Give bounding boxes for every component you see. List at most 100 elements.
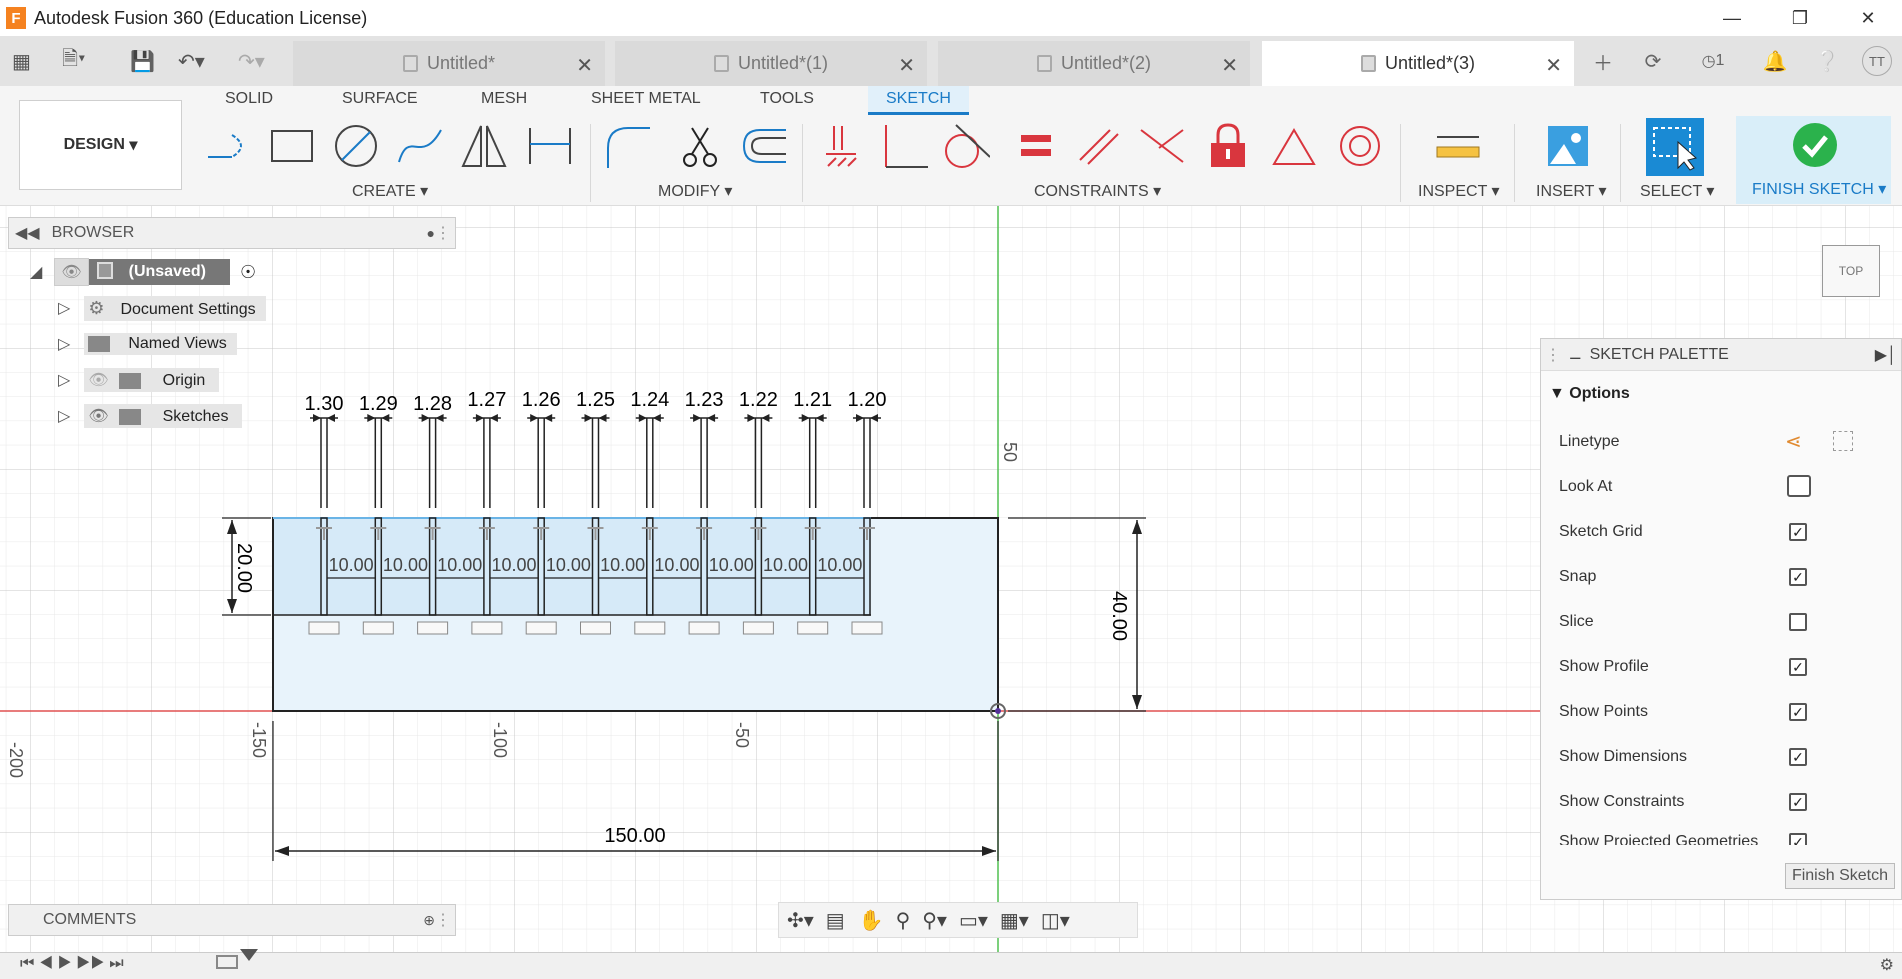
browser-item-origin[interactable]: ▷ 👁 Origin	[58, 365, 220, 395]
midpoint-constraint-icon[interactable]	[1138, 122, 1186, 170]
parallel-constraint-icon[interactable]	[1074, 122, 1122, 170]
slot-width-dimension[interactable]: 1.20	[848, 389, 887, 411]
slot-width-dimension[interactable]: 1.26	[522, 389, 561, 411]
spacing-dimension[interactable]: 10.00	[492, 555, 537, 575]
close-tab-icon[interactable]: ✕	[576, 53, 593, 78]
minimize-button[interactable]: —	[1698, 0, 1766, 36]
zoom-icon[interactable]: ⚲	[896, 908, 911, 933]
finish-sketch-button[interactable]: Finish Sketch	[1784, 863, 1895, 889]
palette-expand-icon[interactable]: ▶│	[1875, 345, 1897, 365]
modify-menu[interactable]: MODIFY ▾	[658, 181, 732, 201]
concentric-constraint-icon[interactable]	[1336, 122, 1384, 170]
panel-grip-icon[interactable]: ⋮	[435, 910, 451, 930]
spline-tool-icon[interactable]	[396, 122, 444, 170]
spacing-dimension[interactable]: 10.00	[709, 555, 754, 575]
timeline-sketch-icon[interactable]	[216, 955, 238, 969]
tab-untitled[interactable]: Untitled* ✕	[293, 41, 605, 86]
notifications-icon[interactable]: 🔔	[1760, 46, 1790, 76]
measure-icon[interactable]	[1434, 122, 1482, 170]
width-dimension[interactable]: 150.00	[604, 825, 665, 847]
tangent-constraint-icon[interactable]	[942, 122, 990, 170]
options-section-toggle[interactable]: ▼ Options	[1549, 385, 1630, 403]
slice-checkbox[interactable]	[1789, 613, 1807, 631]
redo-icon[interactable]: ↷▾	[238, 36, 265, 86]
slot-width-dimension[interactable]: 1.23	[685, 389, 724, 411]
sketch-palette-header[interactable]: ⋮ ⚊ SKETCH PALETTE ▶│	[1541, 339, 1901, 371]
tab-surface[interactable]: SURFACE	[342, 90, 418, 108]
visibility-eye-icon[interactable]: 👁	[54, 258, 89, 286]
workspace-switcher[interactable]: DESIGN ▾	[19, 100, 182, 190]
tab-tools[interactable]: TOOLS	[760, 90, 814, 108]
spacing-dimension[interactable]: 10.00	[383, 555, 428, 575]
close-tab-icon[interactable]: ✕	[1545, 53, 1562, 78]
expand-triangle-icon[interactable]: ▷	[58, 406, 70, 426]
browser-panel-header[interactable]: ◀◀ BROWSER ● ⋮	[8, 217, 456, 249]
timeline-controls[interactable]: ⏮ ◀ ▶ ▶▶ ⏭	[20, 955, 124, 973]
sketch-grid-checkbox[interactable]: ✓	[1789, 523, 1807, 541]
collapse-browser-icon[interactable]: ◀◀	[15, 223, 40, 243]
user-avatar[interactable]: TT	[1862, 46, 1892, 76]
close-window-button[interactable]: ✕	[1834, 0, 1902, 36]
finish-sketch-panel[interactable]: FINISH SKETCH ▾	[1736, 116, 1891, 204]
tab-untitled-3[interactable]: Untitled*(3) ✕	[1262, 41, 1574, 86]
undo-icon[interactable]: ↶▾	[178, 36, 205, 86]
browser-item-document-settings[interactable]: ▷ ⚙ Document Settings	[58, 293, 266, 323]
collapse-triangle-icon[interactable]: ◢	[30, 262, 42, 282]
mirror-tool-icon[interactable]	[460, 122, 508, 170]
lock-constraint-icon[interactable]	[1204, 122, 1252, 170]
help-icon[interactable]: ❔	[1812, 46, 1842, 76]
show-constraints-checkbox[interactable]: ✓	[1789, 793, 1807, 811]
job-status-icon[interactable]: ◷ 1	[1690, 46, 1736, 76]
look-at-icon[interactable]: ▤	[826, 908, 845, 933]
close-tab-icon[interactable]: ✕	[1221, 53, 1238, 78]
view-cube[interactable]: TOP	[1822, 245, 1880, 297]
trim-tool-icon[interactable]	[676, 122, 724, 170]
tab-solid[interactable]: SOLID	[225, 90, 273, 108]
show-dimensions-checkbox[interactable]: ✓	[1789, 748, 1807, 766]
tab-sheet-metal[interactable]: SHEET METAL	[591, 90, 701, 108]
constraints-menu[interactable]: CONSTRAINTS ▾	[1034, 181, 1161, 201]
slot-width-dimension[interactable]: 1.24	[630, 389, 669, 411]
panel-grip-icon[interactable]: ⋮	[1545, 345, 1561, 365]
data-panel-grid-icon[interactable]: ▦	[12, 36, 31, 86]
close-tab-icon[interactable]: ✕	[898, 53, 915, 78]
dimension-tool-icon[interactable]	[526, 122, 574, 170]
tab-untitled-2[interactable]: Untitled*(2) ✕	[938, 41, 1250, 86]
palette-minimize-icon[interactable]: ⚊	[1569, 346, 1582, 363]
timeline-settings-icon[interactable]: ⚙	[1880, 955, 1894, 975]
fix-constraint-icon[interactable]	[818, 122, 866, 170]
offset-tool-icon[interactable]	[740, 122, 788, 170]
add-comment-icon[interactable]: ⊕	[423, 912, 435, 929]
fit-window-icon[interactable]: ⚲▾	[922, 908, 947, 933]
spacing-dimension[interactable]: 10.00	[437, 555, 482, 575]
hidden-eye-icon[interactable]: 👁	[88, 372, 108, 389]
spacing-dimension[interactable]: 10.00	[654, 555, 699, 575]
browser-root-node[interactable]: ◢ 👁 (Unsaved) ☉	[30, 257, 256, 287]
expand-triangle-icon[interactable]: ▷	[58, 298, 70, 318]
browser-options-icon[interactable]: ●	[427, 225, 435, 241]
equal-constraint-icon[interactable]	[1012, 122, 1060, 170]
show-points-checkbox[interactable]: ✓	[1789, 703, 1807, 721]
tab-untitled-1[interactable]: Untitled*(1) ✕	[615, 41, 927, 86]
construction-linetype-icon[interactable]: ⋖	[1785, 429, 1802, 454]
height-dimension[interactable]: 40.00	[1108, 591, 1130, 641]
look-at-icon[interactable]	[1787, 475, 1811, 497]
browser-item-named-views[interactable]: ▷ Named Views	[58, 329, 237, 359]
save-icon[interactable]: 💾	[130, 36, 155, 86]
show-profile-checkbox[interactable]: ✓	[1789, 658, 1807, 676]
line-tool-icon[interactable]	[204, 122, 252, 170]
timeline-marker-icon[interactable]	[240, 949, 258, 961]
slot-height-dimension[interactable]: 20.00	[233, 543, 255, 593]
extensions-icon[interactable]: ⟳	[1638, 46, 1668, 76]
restore-button[interactable]: ❐	[1766, 0, 1834, 36]
finish-sketch-menu[interactable]: FINISH SKETCH ▾	[1752, 179, 1886, 199]
file-menu-icon[interactable]: 🗎▾	[62, 36, 85, 86]
panel-grip-icon[interactable]: ⋮	[435, 223, 451, 243]
inspect-menu[interactable]: INSPECT ▾	[1418, 181, 1500, 201]
fillet-tool-icon[interactable]	[604, 122, 652, 170]
slot-width-dimension[interactable]: 1.30	[305, 393, 344, 415]
slot-width-dimension[interactable]: 1.29	[359, 393, 398, 415]
show-projected-geometries-checkbox[interactable]: ✓	[1789, 833, 1807, 845]
slot-width-dimension[interactable]: 1.27	[467, 389, 506, 411]
root-component[interactable]: (Unsaved)	[88, 259, 230, 285]
